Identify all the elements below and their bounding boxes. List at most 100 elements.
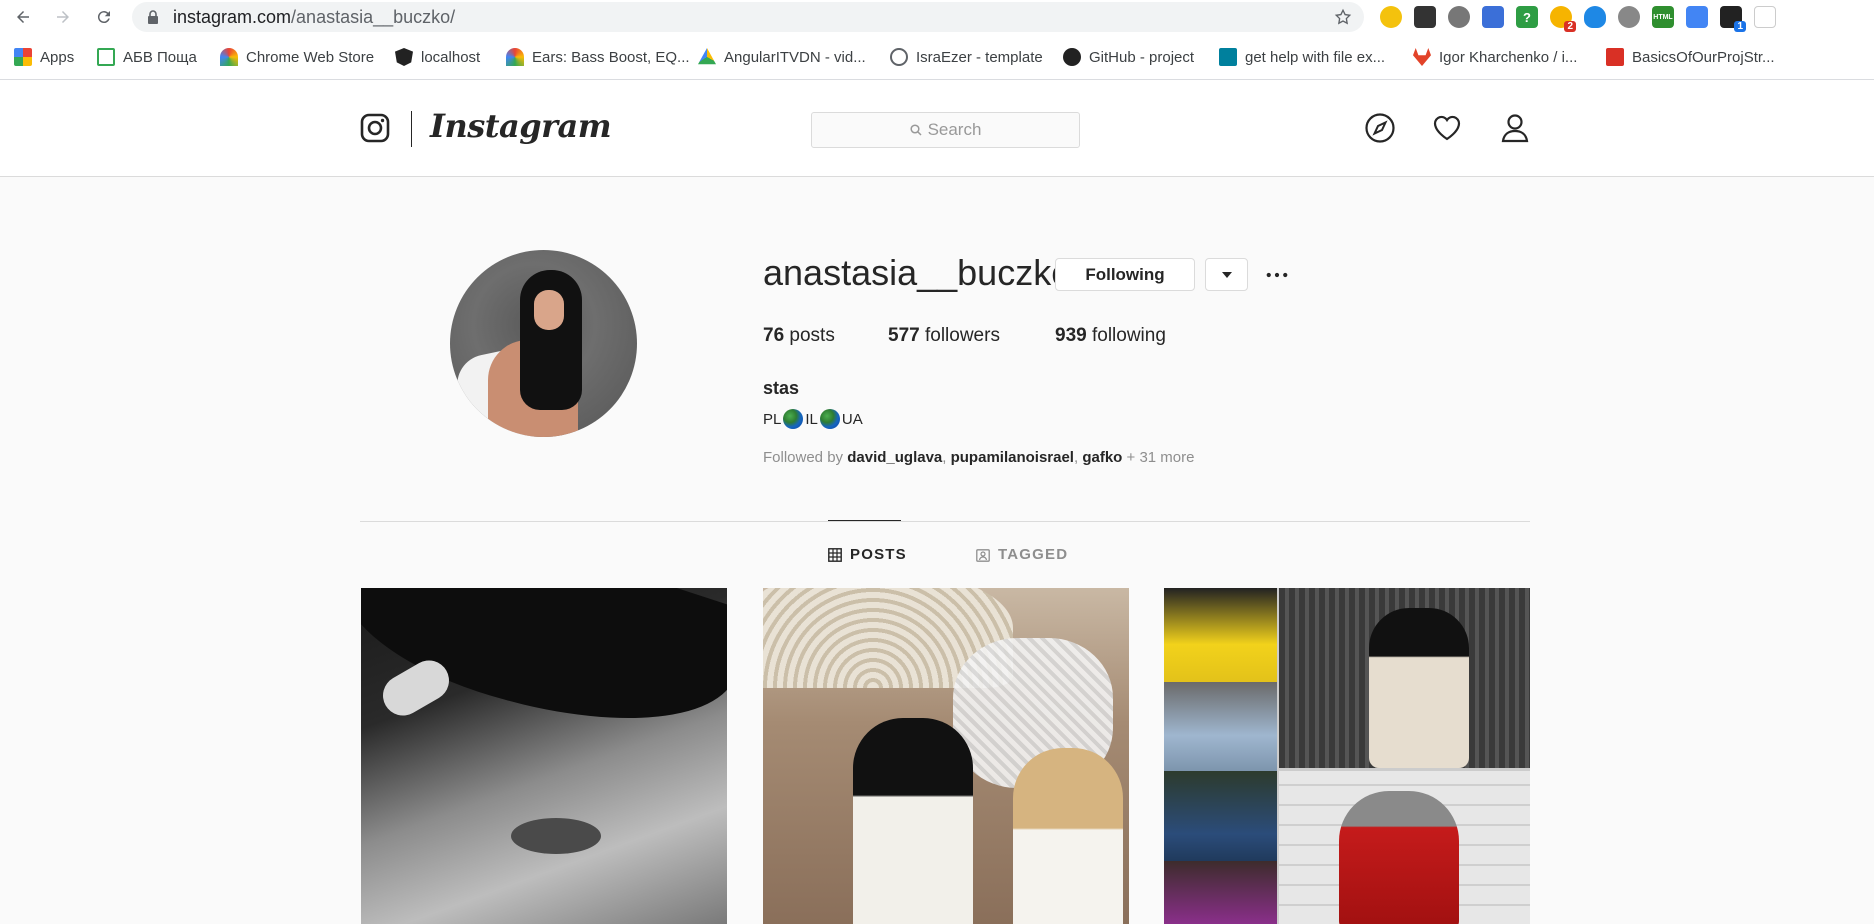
active-tab-indicator <box>828 520 901 521</box>
followers-stat[interactable]: 577 followers <box>888 325 1000 347</box>
more-options-button[interactable] <box>1262 262 1292 288</box>
caret-down-icon <box>1221 271 1232 278</box>
bookmark-label: Chrome Web Store <box>246 48 375 66</box>
slides-icon <box>1606 48 1624 66</box>
profile-bio: PL IL UA <box>763 409 863 429</box>
bookmark-label: localhost <box>421 48 481 66</box>
followed-by-prefix: Followed by <box>763 449 844 466</box>
extension-calendar-icon[interactable] <box>1754 6 1776 28</box>
bookmark-ears-bass-boost[interactable]: Ears: Bass Boost, EQ... <box>506 46 690 68</box>
rainbow-icon <box>220 48 238 66</box>
search-input[interactable]: Search <box>811 112 1080 148</box>
forward-arrow-icon[interactable] <box>52 6 74 28</box>
globe-icon <box>890 48 908 66</box>
extension-package-icon[interactable]: 1 <box>1720 6 1746 32</box>
followed-by[interactable]: Followed by david_uglava, pupamilanoisra… <box>763 449 1194 466</box>
lock-icon <box>148 10 158 24</box>
bookmark-label: IsraEzer - template <box>916 48 1043 66</box>
gitlab-icon <box>1413 48 1431 66</box>
posts-label: posts <box>789 325 835 346</box>
post-thumbnail[interactable] <box>1164 588 1530 924</box>
bookmark-label: get help with file ex... <box>1245 48 1386 66</box>
bookmark-label: АБВ Поща <box>123 48 197 66</box>
bookmark-label: GitHub - project <box>1089 48 1195 66</box>
extension-person-icon[interactable] <box>1482 6 1504 28</box>
bookmark-label: Apps <box>40 48 75 66</box>
heart-activity-icon[interactable] <box>1431 112 1463 144</box>
bookmark-localhost[interactable]: localhost <box>395 46 480 68</box>
bookmark-basics-of-our-proj[interactable]: BasicsOfOurProjStr... <box>1606 46 1775 68</box>
apps-grid-icon <box>14 48 32 66</box>
extension-coin-icon[interactable] <box>1380 6 1402 28</box>
drive-icon <box>698 48 716 65</box>
bookmark-apps[interactable]: Apps <box>14 46 74 68</box>
bing-icon <box>1219 48 1237 66</box>
profile-username: anastasia__buczko <box>763 252 1072 293</box>
avatar[interactable] <box>450 250 637 437</box>
extension-film-icon[interactable] <box>1448 6 1470 28</box>
following-label: following <box>1091 325 1166 346</box>
followed-by-more[interactable]: + 31 more <box>1127 449 1195 466</box>
search-placeholder: Search <box>927 120 982 139</box>
followed-by-account[interactable]: gafko <box>1082 449 1122 466</box>
bookmark-star-icon[interactable] <box>1334 8 1352 26</box>
bio-text-pl: PL <box>763 410 782 428</box>
bookmark-label: AngularITVDN - vid... <box>724 48 866 66</box>
bookmark-github-project[interactable]: GitHub - project <box>1063 46 1194 68</box>
bookmark-igor-kharchenko[interactable]: Igor Kharchenko / i... <box>1413 46 1577 68</box>
tab-posts-label: POSTS <box>850 546 907 563</box>
extension-bug-icon[interactable] <box>1618 6 1640 28</box>
followers-count: 577 <box>888 325 920 346</box>
reload-icon[interactable] <box>93 6 115 28</box>
search-icon <box>910 124 922 136</box>
rainbow-icon <box>506 48 524 66</box>
logo-divider <box>411 111 412 147</box>
profile-full-name: stas <box>763 378 800 398</box>
extension-cloud-icon[interactable] <box>1584 6 1606 28</box>
tabs-divider <box>360 521 1530 522</box>
tab-posts[interactable]: POSTS <box>828 546 907 563</box>
globe-emoji-icon <box>819 409 840 429</box>
home-icon <box>97 48 115 66</box>
suggestions-dropdown-button[interactable] <box>1205 258 1248 291</box>
following-button[interactable]: Following <box>1055 258 1195 291</box>
bio-text-ua: UA <box>841 410 863 428</box>
post-thumbnail[interactable] <box>361 588 727 924</box>
compass-explore-icon[interactable] <box>1364 112 1396 144</box>
extension-bulb-icon[interactable]: 2 <box>1550 6 1576 32</box>
following-stat[interactable]: 939 following <box>1055 325 1166 347</box>
angular-icon <box>395 48 413 66</box>
tab-tagged[interactable]: TAGGED <box>976 546 1068 563</box>
bookmark-chrome-web-store[interactable]: Chrome Web Store <box>220 46 374 68</box>
address-bar[interactable]: instagram.com/anastasia__buczko/ <box>132 2 1364 32</box>
bookmark-label: BasicsOfOurProjStr... <box>1632 48 1775 66</box>
bookmark-label: Igor Kharchenko / i... <box>1439 48 1578 66</box>
bookmark-get-help[interactable]: get help with file ex... <box>1219 46 1385 68</box>
followed-by-account[interactable]: david_uglava <box>847 449 942 466</box>
bookmark-angular-itvdn[interactable]: AngularITVDN - vid... <box>698 46 866 68</box>
followers-label: followers <box>924 325 1000 346</box>
bookmark-label: Ears: Bass Boost, EQ... <box>532 48 690 66</box>
grid-icon <box>828 547 842 562</box>
back-arrow-icon[interactable] <box>12 6 34 28</box>
bio-text-il: IL <box>805 410 818 428</box>
tagged-person-icon <box>976 548 990 562</box>
browser-toolbar: instagram.com/anastasia__buczko/ ? 2 HTM… <box>0 0 1874 34</box>
extension-google-translate-icon[interactable] <box>1686 6 1708 28</box>
github-icon <box>1063 48 1081 66</box>
profile-person-icon[interactable] <box>1499 112 1531 144</box>
extension-owl-icon[interactable] <box>1414 6 1436 28</box>
following-count: 939 <box>1055 325 1087 346</box>
tab-tagged-label: TAGGED <box>998 546 1069 563</box>
instagram-camera-icon[interactable] <box>360 113 390 143</box>
post-thumbnail[interactable] <box>763 588 1129 924</box>
followed-by-account[interactable]: pupamilanoisrael <box>951 449 1074 466</box>
extension-question-icon[interactable]: ? <box>1516 6 1538 28</box>
posts-stat: 76 posts <box>763 325 835 347</box>
globe-emoji-icon <box>783 409 804 429</box>
extension-html-tree-icon[interactable]: HTML <box>1652 6 1674 28</box>
bookmark-israezer[interactable]: IsraEzer - template <box>890 46 1043 68</box>
instagram-wordmark[interactable]: Instagram <box>430 107 612 145</box>
ellipsis-icon <box>1266 272 1288 278</box>
bookmark-abv-poshta[interactable]: АБВ Поща <box>97 46 197 68</box>
